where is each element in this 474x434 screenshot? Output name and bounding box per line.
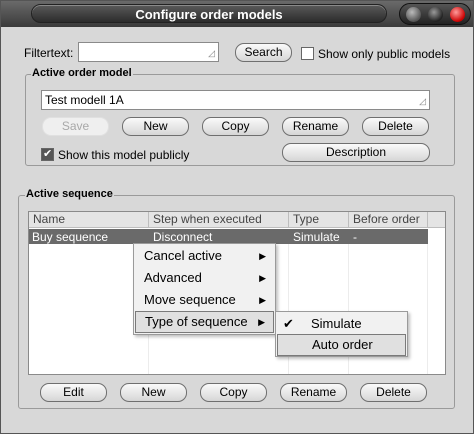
close-icon[interactable]: [450, 7, 465, 22]
rename-model-button[interactable]: Rename: [282, 117, 349, 136]
minimize-icon[interactable]: [406, 7, 421, 22]
delete-sequence-button[interactable]: Delete: [360, 383, 427, 402]
row-step: Disconnect: [153, 230, 213, 244]
row-before-order: -: [353, 230, 357, 244]
menu-item-cancel-active[interactable]: Cancel active ▶: [135, 245, 274, 267]
show-model-publicly-label: Show this model publicly: [58, 148, 190, 162]
model-name-value: Test modell 1A: [45, 93, 124, 107]
table-row[interactable]: Buy sequence Disconnect Simulate -: [29, 229, 428, 244]
show-model-publicly-checkbox[interactable]: [41, 147, 54, 161]
submenu-arrow-icon: ▶: [259, 295, 266, 305]
column-divider: [427, 244, 428, 374]
check-icon: ✔: [283, 316, 294, 331]
submenu-arrow-icon: ▶: [259, 251, 266, 261]
title-pill: Configure order models: [31, 4, 387, 23]
edit-sequence-button[interactable]: Edit: [40, 383, 107, 402]
title-bar[interactable]: Configure order models: [1, 1, 473, 27]
new-model-button[interactable]: New: [122, 117, 189, 136]
save-button[interactable]: Save: [42, 117, 109, 136]
submenu-item-label: Auto order: [312, 337, 373, 352]
column-header-before-order[interactable]: Before order: [349, 212, 428, 228]
submenu-item-label: Simulate: [311, 316, 362, 331]
column-header-type[interactable]: Type: [289, 212, 349, 228]
configure-order-models-window: Configure order models Filtertext: ◿ Sea…: [0, 0, 474, 434]
copy-model-button[interactable]: Copy: [202, 117, 269, 136]
column-header-name[interactable]: Name: [29, 212, 149, 228]
resize-grip-icon: ◿: [419, 96, 426, 106]
rename-sequence-button[interactable]: Rename: [280, 383, 347, 402]
submenu-item-simulate[interactable]: ✔ Simulate: [277, 313, 406, 335]
menu-item-label: Cancel active: [144, 248, 223, 263]
delete-model-button[interactable]: Delete: [362, 117, 429, 136]
column-header-filler: [428, 212, 445, 228]
copy-sequence-button[interactable]: Copy: [200, 383, 267, 402]
column-header-step[interactable]: Step when executed: [149, 212, 289, 228]
type-of-sequence-submenu: ✔ Simulate Auto order: [275, 311, 408, 357]
window-title: Configure order models: [135, 7, 283, 22]
maximize-icon[interactable]: [428, 7, 443, 22]
filtertext-label: Filtertext:: [24, 46, 74, 60]
show-only-public-checkbox[interactable]: [301, 47, 314, 60]
search-button[interactable]: Search: [235, 43, 292, 62]
active-sequence-title: Active sequence: [25, 188, 114, 200]
resize-grip-icon: ◿: [208, 48, 215, 58]
context-menu: Cancel active ▶ Advanced ▶ Move sequence…: [133, 243, 276, 335]
filtertext-input[interactable]: ◿: [78, 42, 219, 62]
menu-item-label: Type of sequence: [145, 314, 248, 329]
row-name: Buy sequence: [32, 230, 109, 244]
menu-item-label: Advanced: [144, 270, 202, 285]
new-sequence-button[interactable]: New: [120, 383, 187, 402]
show-only-public-label: Show only public models: [318, 47, 451, 61]
description-button[interactable]: Description: [282, 143, 430, 162]
model-name-input[interactable]: Test modell 1A ◿: [41, 90, 430, 110]
submenu-arrow-icon: ▶: [259, 273, 266, 283]
submenu-item-auto-order[interactable]: Auto order: [277, 334, 406, 356]
menu-item-move-sequence[interactable]: Move sequence ▶: [135, 289, 274, 311]
submenu-arrow-icon: ▶: [258, 317, 265, 327]
menu-item-advanced[interactable]: Advanced ▶: [135, 267, 274, 289]
menu-item-label: Move sequence: [144, 292, 236, 307]
active-order-model-title: Active order model: [31, 67, 133, 79]
menu-item-type-of-sequence[interactable]: Type of sequence ▶: [135, 311, 274, 333]
window-controls: [399, 3, 471, 25]
row-type: Simulate: [293, 230, 340, 244]
